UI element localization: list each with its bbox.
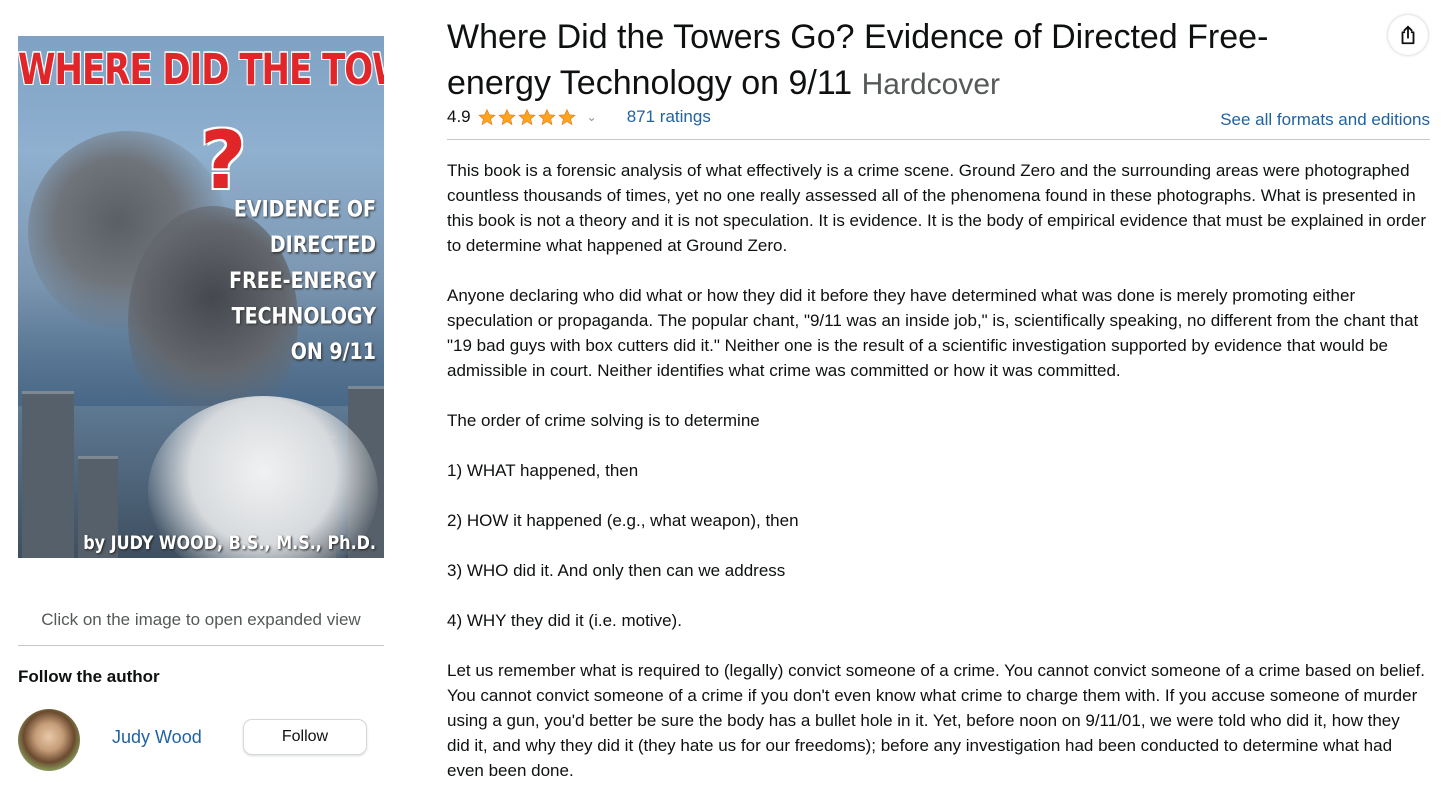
divider (447, 139, 1430, 140)
rating-value: 4.9 (447, 107, 471, 126)
cover-subtitle-line: ON 9/11 (290, 339, 376, 365)
product-format: Hardcover (861, 68, 1001, 101)
author-name-link[interactable]: Judy Wood (112, 727, 202, 748)
star-icon (497, 108, 516, 125)
follow-author-heading: Follow the author (18, 667, 160, 686)
description-paragraph: This book is a forensic analysis of what… (447, 161, 1426, 255)
expand-image-hint: Click on the image to open expanded view (41, 610, 361, 629)
cover-author: by JUDY WOOD, B.S., M.S., Ph.D. (83, 531, 376, 554)
description-paragraph: Anyone declaring who did what or how the… (447, 286, 1419, 380)
rating-row: 4.9 ⌄ 871 ratings (447, 104, 711, 130)
cover-subtitle-line: FREE-ENERGY (229, 268, 376, 294)
cover-subtitle-line: TECHNOLOGY (231, 303, 376, 330)
follow-button[interactable]: Follow (243, 719, 367, 755)
description-paragraph: 4) WHY they did it (i.e. motive). (447, 611, 682, 630)
star-icon (477, 108, 496, 125)
description-paragraph: 3) WHO did it. And only then can we addr… (447, 561, 786, 580)
cover-subtitle: EVIDENCE OF DIRECTED FREE-ENERGY TECHNOL… (206, 192, 376, 370)
cover-title: WHERE DID THE TOWERS GO (18, 45, 384, 95)
share-button[interactable] (1388, 15, 1428, 55)
description-paragraph: The order of crime solving is to determi… (447, 411, 760, 430)
product-title-text: Where Did the Towers Go? Evidence of Dir… (447, 18, 1269, 102)
author-avatar[interactable] (18, 709, 80, 771)
star-icon (557, 108, 576, 125)
star-icon (517, 108, 536, 125)
star-rating[interactable] (477, 108, 577, 127)
share-icon (1401, 25, 1415, 45)
cover-building (22, 391, 74, 558)
description-paragraph: 2) HOW it happened (e.g., what weapon), … (447, 511, 799, 530)
chevron-down-icon[interactable]: ⌄ (587, 110, 597, 124)
product-description: This book is a forensic analysis of what… (447, 158, 1427, 808)
cover-subtitle-line: EVIDENCE OF DIRECTED (233, 196, 376, 258)
description-paragraph: 1) WHAT happened, then (447, 461, 639, 480)
product-title: Where Did the Towers Go? Evidence of Dir… (447, 14, 1347, 108)
book-cover-image[interactable]: WHERE DID THE TOWERS GO ? EVIDENCE OF DI… (18, 36, 384, 558)
see-all-formats-link[interactable]: See all formats and editions (1220, 110, 1430, 130)
divider (18, 645, 384, 646)
star-icon (537, 108, 556, 125)
description-paragraph: Let us remember what is required to (leg… (447, 661, 1426, 780)
ratings-count-link[interactable]: 871 ratings (627, 107, 711, 127)
